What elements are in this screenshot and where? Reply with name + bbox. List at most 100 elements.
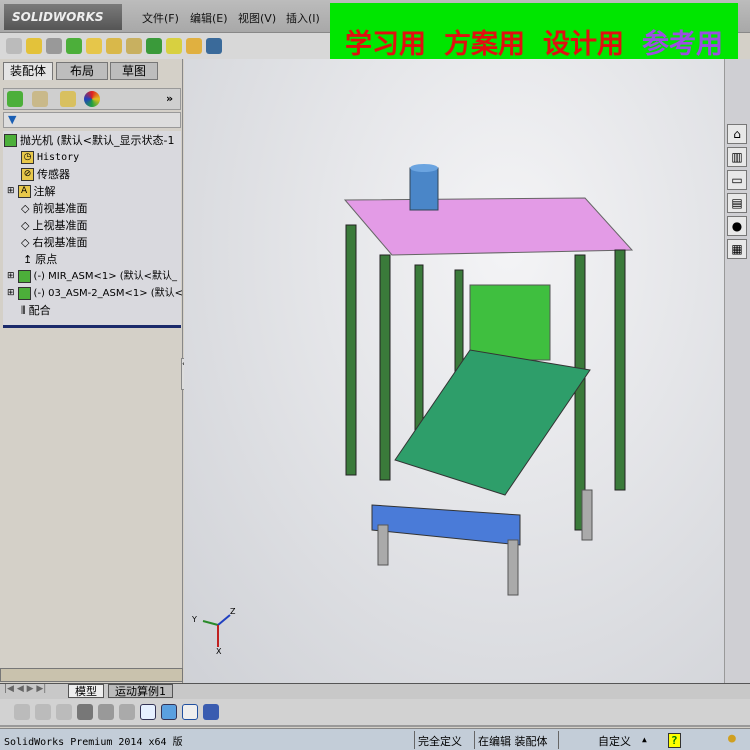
motor	[409, 167, 439, 211]
menu-file[interactable]: 文件(F)	[142, 10, 179, 26]
tree-rollback-bar[interactable]	[3, 325, 181, 328]
design-library-icon[interactable]: ▥	[727, 147, 747, 167]
feature-manager-icon[interactable]	[7, 91, 23, 107]
tree-item-label: (-) 03_ASM-2_ASM<1> (默认<	[33, 288, 184, 299]
tree-item-sensors[interactable]: ⊘ 传感器	[21, 166, 70, 183]
tree-item-label: 右视基准面	[32, 236, 88, 249]
list-icon[interactable]	[77, 704, 93, 720]
insert-component-icon[interactable]	[86, 38, 102, 54]
display-manager-icon[interactable]	[84, 91, 100, 107]
units-dropdown-arrow[interactable]: ▲	[642, 735, 647, 744]
plane-icon: ◇	[21, 236, 30, 249]
panel-horizontal-scrollbar[interactable]	[0, 668, 183, 682]
tree-item-top-plane[interactable]: ◇ 上视基准面	[21, 217, 87, 234]
units-selector[interactable]: 自定义	[598, 733, 631, 749]
origin-icon: ↥	[23, 253, 33, 266]
filter-bar[interactable]: ▼	[3, 112, 181, 128]
machine-model	[343, 164, 634, 596]
table-icon[interactable]	[182, 704, 198, 720]
tree-item-label: 注解	[33, 185, 56, 198]
configuration-manager-icon[interactable]	[60, 91, 76, 107]
rebuild-icon[interactable]: ●	[728, 731, 736, 746]
calculate-icon[interactable]	[14, 704, 30, 720]
help-icon[interactable]: ?	[668, 733, 681, 748]
sensor-folder-icon: ⊘	[21, 168, 34, 181]
tree-item-label: 原点	[35, 253, 58, 266]
tab-model[interactable]: 模型	[68, 684, 104, 698]
tree-item-label: History	[37, 152, 80, 163]
tree-item-front-plane[interactable]: ◇ 前视基准面	[21, 200, 87, 217]
base-plate	[371, 504, 521, 546]
motor-cap	[410, 164, 438, 172]
paperclip-icon[interactable]	[46, 38, 62, 54]
menu-edit[interactable]: 编辑(E)	[190, 10, 228, 26]
custom-properties-icon[interactable]: ▦	[727, 239, 747, 259]
section-view-icon[interactable]	[140, 704, 156, 720]
banner-text-reference: 参考用	[642, 28, 723, 60]
tree-root-label: 抛光机 (默认<默认_显示状态-1	[20, 134, 175, 147]
graphics-area[interactable]: Y Z X	[184, 59, 724, 683]
plane-icon: ◇	[21, 219, 30, 232]
expand-icon[interactable]: ⊞	[7, 285, 15, 302]
home-icon[interactable]: ⌂	[727, 124, 747, 144]
new-part-icon[interactable]	[6, 38, 22, 54]
move-component-icon[interactable]	[146, 38, 162, 54]
split-icon[interactable]	[119, 704, 135, 720]
tree-item-annotations[interactable]: ⊞ A 注解	[7, 183, 56, 200]
mate-icon[interactable]	[106, 38, 122, 54]
product-version: SolidWorks Premium 2014 x64 版	[4, 737, 183, 748]
orientation-triad: Y Z X	[192, 607, 248, 657]
tree-item-origin[interactable]: ↥ 原点	[23, 251, 57, 268]
assembly-icon	[17, 287, 31, 300]
bom-icon[interactable]	[206, 38, 222, 54]
assembly-icon	[17, 270, 31, 283]
tree-item-mates[interactable]: ⫴ 配合	[21, 302, 51, 319]
tree-item-label: (-) MIR_ASM<1> (默认<默认_	[33, 271, 178, 282]
view-palette-icon[interactable]: ▤	[727, 193, 747, 213]
tab-sketch[interactable]: 草图	[110, 62, 158, 80]
file-explorer-icon[interactable]: ▭	[727, 170, 747, 190]
menu-insert[interactable]: 插入(I)	[286, 10, 320, 26]
tree-root[interactable]: 抛光机 (默认<默认_显示状态-1	[4, 132, 174, 149]
settings-icon[interactable]	[186, 38, 202, 54]
animation-icon[interactable]	[56, 704, 72, 720]
results-icon[interactable]	[35, 704, 51, 720]
3d-view-icon[interactable]	[161, 704, 177, 720]
editing-status: 在编辑 装配体	[478, 735, 548, 748]
property-manager-icon[interactable]	[32, 91, 48, 107]
banner-text-design: 设计用	[543, 28, 624, 60]
main-toolbar	[0, 33, 330, 59]
tab-motion-study[interactable]: 运动算例1	[108, 684, 173, 698]
gear-icon[interactable]	[126, 38, 142, 54]
tree-item-right-plane[interactable]: ◇ 右视基准面	[21, 234, 87, 251]
grid-list-icon[interactable]	[98, 704, 114, 720]
triad-z-label: Z	[230, 607, 236, 616]
expand-icon[interactable]: ⊞	[7, 268, 15, 285]
appearances-icon[interactable]: ●	[727, 216, 747, 236]
edit-icon[interactable]	[203, 704, 219, 720]
expand-icon[interactable]: ⊞	[7, 183, 15, 200]
panel-icon-row: »	[3, 88, 181, 110]
pattern-icon[interactable]	[66, 38, 82, 54]
solidworks-logo[interactable]: SOLIDWORKS	[4, 4, 122, 30]
expand-panel-button[interactable]: »	[166, 92, 173, 105]
conveyor-belt	[394, 349, 591, 496]
open-icon[interactable]	[26, 38, 42, 54]
tree-item-label: 前视基准面	[32, 202, 88, 215]
tab-assembly[interactable]: 装配体	[3, 62, 53, 80]
base-legs	[377, 489, 593, 596]
tab-navigation-arrows[interactable]: |◀ ◀ ▶ ▶|	[4, 684, 46, 694]
tree-item-mir-asm[interactable]: ⊞ (-) MIR_ASM<1> (默认<默认_	[7, 268, 177, 285]
plane-icon: ◇	[21, 202, 30, 215]
mates-icon: ⫴	[21, 304, 26, 317]
reference-icon[interactable]	[166, 38, 182, 54]
filter-icon[interactable]: ▼	[4, 113, 16, 126]
banner-text-plan: 方案用	[444, 28, 525, 60]
tree-item-history[interactable]: ◷ History	[21, 149, 79, 166]
history-folder-icon: ◷	[21, 151, 34, 164]
tree-item-03-asm[interactable]: ⊞ (-) 03_ASM-2_ASM<1> (默认<	[7, 285, 183, 302]
menu-view[interactable]: 视图(V)	[238, 10, 276, 26]
banner-text-study: 学习用	[345, 28, 426, 60]
triad-y-label: Y	[192, 615, 197, 624]
tab-layout[interactable]: 布局	[56, 62, 108, 80]
